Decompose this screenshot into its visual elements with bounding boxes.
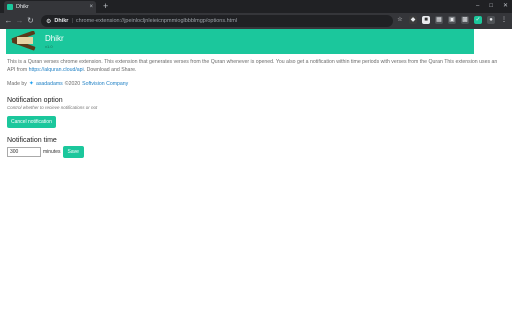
options-content: This is a Quran verses chrome extension.… (7, 58, 504, 158)
notification-time-row: minutes Save (7, 146, 504, 158)
minimize-icon[interactable]: – (476, 1, 479, 11)
cancel-notification-button[interactable]: Cancel notification (7, 116, 56, 128)
maximize-icon[interactable]: □ (489, 1, 493, 11)
minutes-label: minutes (43, 149, 61, 155)
extension-misc-icon[interactable]: ● (487, 16, 495, 24)
extension-box-icon[interactable]: ▣ (448, 16, 456, 24)
puzzle-icon: ⚙ (46, 18, 52, 25)
bookmark-star-icon[interactable]: ☆ (396, 16, 404, 24)
reload-icon[interactable]: ↻ (25, 13, 36, 29)
notification-time-title: Notification time (7, 137, 57, 144)
address-url[interactable]: chrome-extension://jpeinlocljnleieicnpmm… (76, 18, 237, 24)
description: This is a Quran verses chrome extension.… (7, 58, 504, 74)
close-window-icon[interactable]: ✕ (503, 1, 508, 11)
extension-grid-icon[interactable]: ▦ (435, 16, 443, 24)
twitter-icon: ✦ (28, 81, 34, 87)
credits: Made by ✦ asadadams ©2020 Softvision Com… (7, 80, 504, 88)
minutes-input[interactable] (7, 147, 41, 157)
extension-dhikr-icon[interactable]: ✓ (474, 16, 482, 24)
extension-icons: ☆ ◆ ■ ▦ ▣ ▩ ✓ ● ⋮ (396, 16, 508, 24)
quran-stand-logo-icon (11, 31, 36, 51)
app-version: v1.0 (45, 44, 53, 49)
author-link[interactable]: asadadams (36, 81, 63, 87)
company-link[interactable]: Softvision Company (82, 81, 128, 87)
browser-toolbar: ← → ↻ ⚙ Dhikr | chrome-extension://jpein… (0, 13, 512, 29)
extension-panel-icon[interactable]: ▩ (461, 16, 469, 24)
made-by-label: Made by (7, 80, 27, 87)
notification-option-title: Notification option (7, 97, 63, 104)
extension-badge-icon[interactable]: ■ (422, 16, 430, 24)
save-button[interactable]: Save (62, 146, 84, 158)
copyright-year: ©2020 (64, 80, 81, 87)
notification-option-hint: Control whether to recieve notifications… (7, 105, 98, 110)
tab-favicon-icon (7, 4, 13, 10)
address-bar[interactable]: ⚙ Dhikr | chrome-extension://jpeinlocljn… (41, 15, 393, 27)
tab-dhikr[interactable]: Dhikr × (4, 1, 96, 13)
address-separator: | (71, 18, 73, 24)
extension-shield-icon[interactable]: ◆ (409, 16, 417, 24)
back-arrow-icon[interactable]: ← (3, 13, 14, 29)
description-tail: . Download and Share. (83, 67, 137, 73)
window-controls: – □ ✕ (476, 1, 508, 11)
new-tab-button[interactable]: + (103, 1, 108, 12)
page-viewport: Dhikr v1.0 This is a Quran verses chrome… (0, 29, 512, 320)
app-name: Dhikr (45, 34, 64, 43)
tab-close-icon[interactable]: × (89, 4, 93, 10)
tab-title: Dhikr (16, 4, 29, 10)
address-site-name: Dhikr (54, 18, 69, 24)
menu-dots-icon[interactable]: ⋮ (500, 16, 508, 24)
app-header: Dhikr v1.0 (6, 29, 474, 54)
forward-arrow-icon[interactable]: → (14, 13, 25, 29)
api-link[interactable]: https://alquran.cloud/api (29, 67, 84, 73)
tab-bar: Dhikr × + – □ ✕ (0, 0, 512, 13)
